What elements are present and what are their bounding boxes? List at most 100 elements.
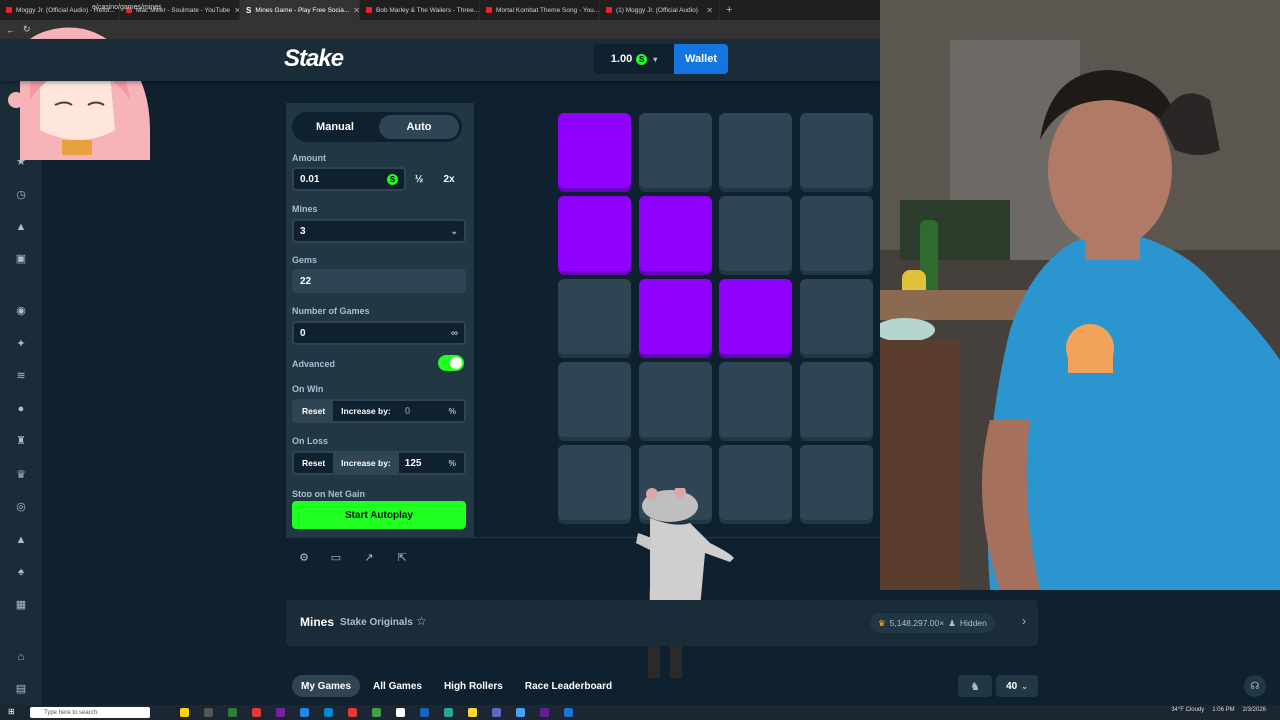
tab-auto[interactable]: Auto xyxy=(379,115,459,139)
double-amount-button[interactable]: 2x xyxy=(434,168,464,190)
on-loss-reset-button[interactable]: Reset xyxy=(294,453,333,473)
live-support-icon[interactable]: ☊ xyxy=(1244,675,1266,697)
popout-icon[interactable]: ⇱ xyxy=(396,552,408,564)
app-icon[interactable] xyxy=(204,708,213,717)
live-icon[interactable]: ◎ xyxy=(14,500,28,514)
mine-tile[interactable] xyxy=(719,113,792,188)
tab-all-games[interactable]: All Games xyxy=(364,675,431,697)
mine-tile[interactable] xyxy=(799,196,873,271)
fire-icon[interactable]: ● xyxy=(14,402,28,416)
stake-logo[interactable]: Stake xyxy=(284,45,344,73)
on-win-increase-button[interactable]: Increase by: xyxy=(333,401,399,421)
ticket-icon[interactable]: ▣ xyxy=(14,252,28,266)
casino-icon[interactable]: ▲ xyxy=(14,220,28,234)
tab-manual[interactable]: Manual xyxy=(295,115,375,139)
crown-icon[interactable]: ♛ xyxy=(14,468,28,482)
mines-select[interactable]: 3 ⌄ xyxy=(292,219,466,243)
app-icon[interactable] xyxy=(348,708,357,717)
on-win-value-input[interactable]: 0 xyxy=(405,406,411,417)
mine-tile-gem[interactable] xyxy=(719,279,792,354)
mine-tile-gem[interactable] xyxy=(558,196,631,271)
app-icon[interactable] xyxy=(252,708,261,717)
theatre-mode-icon[interactable]: ▭ xyxy=(330,552,342,564)
mine-tile[interactable] xyxy=(799,113,873,188)
youtube-icon xyxy=(486,7,492,13)
wallet-button[interactable]: Wallet xyxy=(674,44,728,74)
mine-tile[interactable] xyxy=(799,279,873,354)
windows-start-icon[interactable]: ⊞ xyxy=(8,707,15,716)
chip-icon[interactable]: ◉ xyxy=(14,304,28,318)
app-icon[interactable] xyxy=(420,708,429,717)
mine-tile[interactable] xyxy=(558,362,631,437)
clock-text[interactable]: 1:06 PM xyxy=(1212,707,1234,713)
mine-tile[interactable] xyxy=(799,362,873,437)
mine-tile[interactable] xyxy=(719,362,792,437)
sparkle-icon[interactable]: ✦ xyxy=(14,337,28,351)
close-tab-icon[interactable]: ✕ xyxy=(706,6,713,15)
app-icon[interactable] xyxy=(324,708,333,717)
dancing-rat-overlay xyxy=(636,488,734,678)
app-icon[interactable] xyxy=(516,708,525,717)
mine-tile-gem[interactable] xyxy=(638,279,712,354)
docs-icon[interactable]: ▤ xyxy=(14,682,28,696)
mine-tile[interactable] xyxy=(638,362,712,437)
mine-tile[interactable] xyxy=(799,445,873,520)
on-loss-value-input[interactable]: 125 xyxy=(405,458,422,469)
app-icon[interactable] xyxy=(396,708,405,717)
mine-tile[interactable] xyxy=(719,196,792,271)
date-text[interactable]: 2/3/2026 xyxy=(1243,707,1266,713)
taskbar-search[interactable]: Type here to search xyxy=(30,707,150,718)
url-text[interactable]: e/casino/games/mines xyxy=(92,4,162,11)
new-tab-button[interactable]: + xyxy=(720,0,738,20)
rows-count-select[interactable]: 40 ⌄ xyxy=(996,675,1038,697)
tab-high-rollers[interactable]: High Rollers xyxy=(435,675,512,697)
close-tab-icon[interactable]: ✕ xyxy=(353,6,359,15)
app-icon[interactable] xyxy=(468,708,477,717)
ghost-mode-icon[interactable]: ♞ xyxy=(958,675,992,697)
app-icon[interactable] xyxy=(444,708,453,717)
tab-race-leaderboard[interactable]: Race Leaderboard xyxy=(516,675,621,697)
app-icon[interactable] xyxy=(492,708,501,717)
settings-icon[interactable]: ⚙ xyxy=(298,552,310,564)
favourite-star-icon[interactable]: ☆ xyxy=(416,614,427,628)
trophy-icon[interactable]: ▲ xyxy=(14,533,28,547)
grid-icon[interactable]: ▦ xyxy=(14,598,28,612)
stats-icon[interactable]: ↗ xyxy=(363,552,375,564)
mine-tile-gem[interactable] xyxy=(558,113,631,188)
app-icon[interactable] xyxy=(228,708,237,717)
browser-tab-active[interactable]: S Mines Game - Play Free Socia... ✕ xyxy=(240,0,360,20)
browser-tab[interactable]: (1) Moggy Jr. (Official Audio) ✕ xyxy=(600,0,720,20)
amount-input[interactable]: 0.01 S xyxy=(292,167,406,191)
gift-icon[interactable]: ♜ xyxy=(14,434,28,448)
on-loss-increase-button[interactable]: Increase by: xyxy=(333,453,399,473)
mine-tile-gem[interactable] xyxy=(638,196,712,271)
balance-selector[interactable]: 1.00 S ▾ xyxy=(594,44,674,74)
stake-favicon-icon: S xyxy=(246,5,252,15)
number-of-games-input[interactable]: 0 ∞ xyxy=(292,321,466,345)
app-icon[interactable] xyxy=(564,708,573,717)
clock-icon[interactable]: ◷ xyxy=(14,188,28,202)
app-icon[interactable] xyxy=(540,708,549,717)
app-icon[interactable] xyxy=(300,708,309,717)
chevron-right-icon[interactable]: › xyxy=(1022,614,1026,628)
start-autoplay-button[interactable]: Start Autoplay xyxy=(292,501,466,529)
tab-my-games[interactable]: My Games xyxy=(292,675,361,697)
table-icon[interactable]: ♠ xyxy=(14,565,28,579)
browser-tab[interactable]: Bob Marley & The Wailers - Three...✕ xyxy=(360,0,480,20)
app-icon[interactable] xyxy=(372,708,381,717)
mine-tile[interactable] xyxy=(558,279,631,354)
max-win-pill[interactable]: ♛ 5,148,297.00× ♟ Hidden xyxy=(870,613,995,633)
game-provider[interactable]: Stake Originals xyxy=(340,617,413,628)
app-icon[interactable] xyxy=(180,708,189,717)
app-icon[interactable] xyxy=(276,708,285,717)
dice-icon[interactable]: ≋ xyxy=(14,369,28,383)
half-amount-button[interactable]: ½ xyxy=(404,168,434,190)
weather-text[interactable]: 34°F Cloudy xyxy=(1171,707,1204,713)
on-win-reset-button[interactable]: Reset xyxy=(294,401,334,421)
promo-icon[interactable]: ⌂ xyxy=(14,650,28,664)
os-taskbar: ⊞ Type here to search 34°F Cloudy 1:06 P… xyxy=(0,705,1280,720)
browser-tab[interactable]: Mortal Kombat Theme Song - You...✕ xyxy=(480,0,600,20)
advanced-toggle[interactable] xyxy=(438,355,464,371)
mine-tile[interactable] xyxy=(558,445,631,520)
mine-tile[interactable] xyxy=(638,113,712,188)
